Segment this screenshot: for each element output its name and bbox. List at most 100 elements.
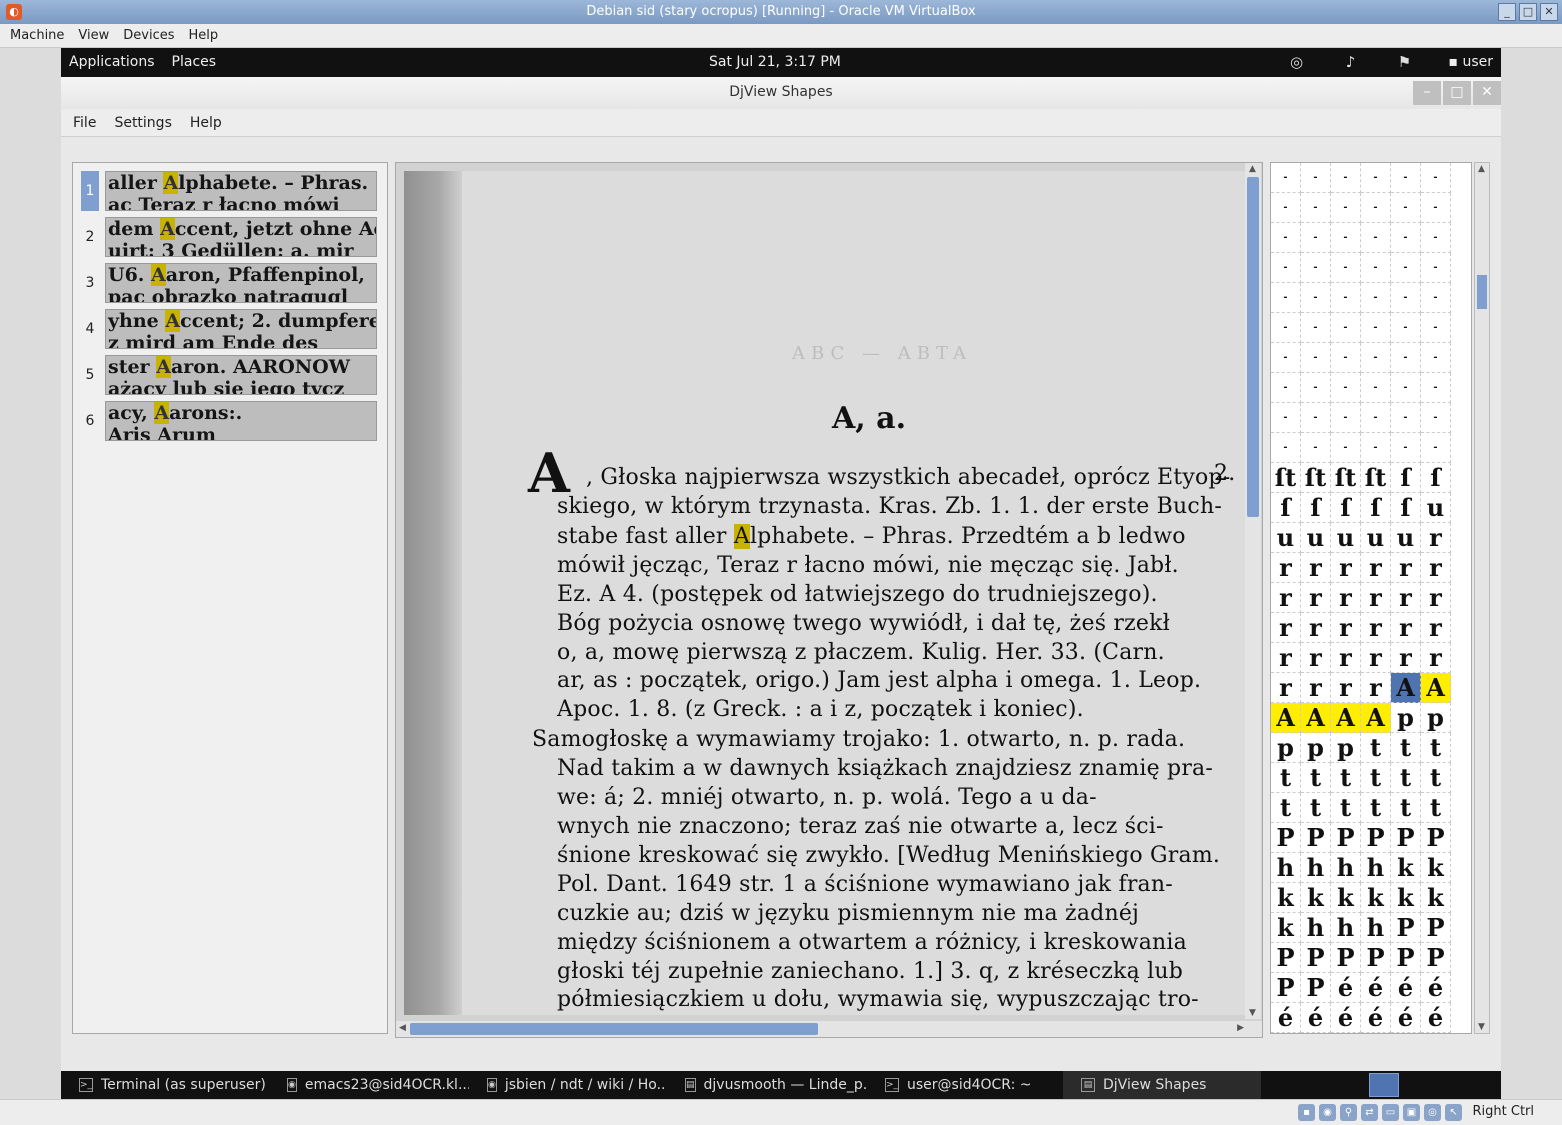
shape-cell[interactable]: t (1391, 793, 1421, 823)
shape-cell[interactable]: - (1301, 403, 1331, 433)
shape-cell[interactable]: A (1331, 703, 1361, 733)
shape-cell[interactable]: - (1301, 253, 1331, 283)
menu-view[interactable]: View (78, 28, 109, 43)
shape-cell[interactable]: - (1391, 313, 1421, 343)
shape-cell[interactable]: A (1271, 703, 1301, 733)
shape-cell[interactable]: - (1301, 223, 1331, 253)
usb-icon[interactable]: ⚲ (1340, 1104, 1357, 1121)
shape-cell[interactable]: u (1421, 493, 1451, 523)
minimize-icon[interactable]: _ (1498, 3, 1516, 21)
shape-cell[interactable]: t (1361, 793, 1391, 823)
shape-cell[interactable]: r (1331, 553, 1361, 583)
shape-cell[interactable]: P (1271, 823, 1301, 853)
shape-cell[interactable]: t (1421, 733, 1451, 763)
shape-cell[interactable]: é (1421, 1003, 1451, 1033)
shape-cell[interactable]: - (1361, 283, 1391, 313)
shared-folders-icon[interactable]: ▭ (1382, 1104, 1399, 1121)
occurrence-item[interactable]: 4 yhne Accent; 2. dumpferee z mird am End… (81, 309, 379, 349)
shape-cell[interactable]: t (1301, 763, 1331, 793)
mouse-integration-icon[interactable]: ↖ (1445, 1104, 1462, 1121)
task-terminal[interactable]: >_ Terminal (as superuser) (61, 1071, 269, 1099)
shape-cell[interactable]: r (1421, 583, 1451, 613)
shape-cell[interactable]: - (1301, 193, 1331, 223)
task-user-terminal[interactable]: >_ user@sid4OCR: ~ (867, 1071, 1063, 1099)
shape-cell[interactable]: r (1301, 553, 1331, 583)
shape-cell[interactable]: - (1361, 373, 1391, 403)
scroll-down-icon[interactable]: ▼ (1478, 1022, 1485, 1032)
shape-cell[interactable]: P (1271, 943, 1301, 973)
update-notifier-icon[interactable]: ◎ (1287, 52, 1307, 72)
shape-cell[interactable]: u (1391, 523, 1421, 553)
workspace-switcher[interactable] (1369, 1073, 1399, 1097)
shape-cell[interactable]: h (1361, 853, 1391, 883)
shape-cell[interactable]: - (1421, 403, 1451, 433)
shape-cell[interactable]: - (1331, 343, 1361, 373)
shape-cell[interactable]: - (1421, 283, 1451, 313)
shape-cell[interactable]: p (1331, 733, 1361, 763)
shape-cell[interactable]: - (1391, 403, 1421, 433)
shape-cell[interactable]: k (1331, 883, 1361, 913)
window-close-icon[interactable]: ✕ (1473, 81, 1501, 105)
occurrence-item[interactable]: 3 U6. Aaron, Pfaffenpinol, pac obrazko na… (81, 263, 379, 303)
scroll-left-icon[interactable]: ◀ (399, 1023, 406, 1033)
shape-cell[interactable]: A (1301, 703, 1331, 733)
shape-cell[interactable]: h (1331, 853, 1361, 883)
shape-cell[interactable]: r (1421, 613, 1451, 643)
scroll-up-icon[interactable]: ▲ (1249, 164, 1256, 174)
shape-cell[interactable]: r (1361, 553, 1391, 583)
shape-cell[interactable]: r (1361, 673, 1391, 703)
close-icon[interactable]: ✕ (1540, 3, 1558, 21)
shape-cell[interactable]: t (1421, 793, 1451, 823)
scroll-right-icon[interactable]: ▶ (1237, 1023, 1244, 1033)
hard-disk-icon[interactable]: ▪ (1298, 1104, 1315, 1121)
shape-cell[interactable]: k (1391, 853, 1421, 883)
shape-cell[interactable]: - (1391, 283, 1421, 313)
shape-cell[interactable]: - (1271, 253, 1301, 283)
shape-cell[interactable]: A (1391, 673, 1421, 703)
shape-cell[interactable]: - (1361, 223, 1391, 253)
shape-cell[interactable]: - (1391, 343, 1421, 373)
shape-cell[interactable]: - (1421, 193, 1451, 223)
shape-cell[interactable]: k (1271, 913, 1301, 943)
shape-cell[interactable]: P (1391, 913, 1421, 943)
shape-cell[interactable]: - (1271, 433, 1301, 463)
shape-cell[interactable]: h (1301, 853, 1331, 883)
menu-file[interactable]: File (73, 115, 96, 131)
shape-cell[interactable]: - (1391, 163, 1421, 193)
shape-cell[interactable]: - (1271, 223, 1301, 253)
shape-cell[interactable]: ſ (1331, 493, 1361, 523)
network-adapter-icon[interactable]: ⇄ (1361, 1104, 1378, 1121)
shape-cell[interactable]: - (1421, 343, 1451, 373)
task-emacs[interactable]: ◉ emacs23@sid4OCR.kl... (269, 1071, 469, 1099)
shape-cell[interactable]: A (1421, 673, 1451, 703)
shape-cell[interactable]: P (1301, 973, 1331, 1003)
shape-cell[interactable]: - (1361, 313, 1391, 343)
shape-cell[interactable]: k (1271, 883, 1301, 913)
shape-cell[interactable]: r (1391, 643, 1421, 673)
shape-cell[interactable]: P (1391, 823, 1421, 853)
shape-cell[interactable]: - (1361, 193, 1391, 223)
shape-cell[interactable]: é (1331, 1003, 1361, 1033)
shape-cell[interactable]: r (1421, 523, 1451, 553)
shape-cell[interactable]: é (1391, 973, 1421, 1003)
shape-cell[interactable]: t (1391, 733, 1421, 763)
shape-cell[interactable]: r (1301, 643, 1331, 673)
shape-cell[interactable]: - (1361, 433, 1391, 463)
shape-cell[interactable]: P (1361, 943, 1391, 973)
shape-cell[interactable]: k (1391, 883, 1421, 913)
shape-cell[interactable]: é (1331, 973, 1361, 1003)
shape-cell[interactable]: P (1271, 973, 1301, 1003)
shape-cell[interactable]: é (1361, 973, 1391, 1003)
shape-cell[interactable]: ſ (1391, 493, 1421, 523)
shape-cell[interactable]: r (1331, 643, 1361, 673)
menu-machine[interactable]: Machine (10, 28, 64, 43)
shape-cell[interactable]: - (1301, 313, 1331, 343)
shape-cell[interactable]: P (1391, 943, 1421, 973)
shape-cell[interactable]: - (1391, 253, 1421, 283)
shape-cell[interactable]: - (1331, 403, 1361, 433)
shape-cell[interactable]: - (1391, 193, 1421, 223)
shape-cell[interactable]: t (1301, 793, 1331, 823)
shape-cell[interactable]: u (1301, 523, 1331, 553)
shape-cell[interactable]: P (1301, 943, 1331, 973)
shape-cell[interactable]: - (1421, 223, 1451, 253)
